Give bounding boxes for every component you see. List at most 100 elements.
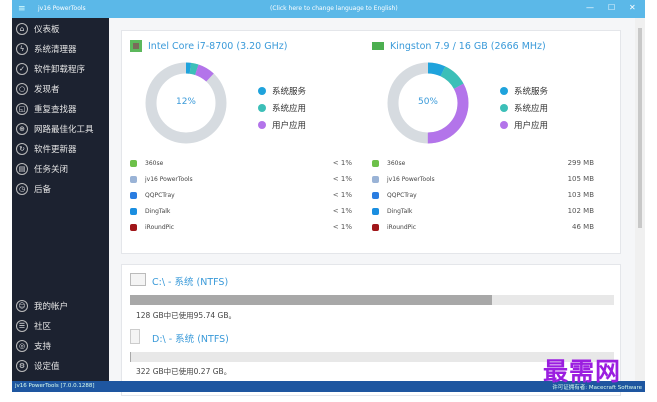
ram-percent: 50%	[417, 97, 438, 107]
support-icon: ◎	[16, 340, 28, 352]
sidebar-item-2[interactable]: ✓ 软件卸载程序	[12, 59, 109, 79]
duplicate-search-icon: ◱	[16, 103, 28, 115]
ram-process-row: DingTalk	[372, 203, 412, 219]
process-value: 102 MB	[567, 207, 594, 215]
ram-process-row: jv16 PowerTools	[372, 171, 435, 187]
hamburger-menu-icon[interactable]: ≡	[18, 4, 26, 14]
app-icon	[130, 207, 137, 215]
process-value: 46 MB	[572, 223, 594, 231]
sidebar-item-label: 设定值	[34, 362, 60, 372]
dashboard: Intel Core i7-8700 (3.20 GHz) 12% 系统服务 系…	[109, 18, 635, 396]
app-name: jv16 PowerTools	[38, 5, 86, 12]
legend-dot-icon	[258, 103, 266, 112]
drive-d-usage-text: 322 GB中已使用0.27 GB。	[136, 367, 232, 376]
legend-user-apps: 用户应用	[272, 120, 307, 131]
process-value: 299 MB	[567, 159, 594, 167]
sidebar-item-1[interactable]: ϟ 系统清理器	[12, 39, 109, 59]
check-circle-icon: ✓	[16, 63, 28, 75]
process-name: jv16 PowerTools	[145, 175, 193, 183]
sidebar-item-7[interactable]: ▤ 任务关闭	[12, 159, 109, 179]
vertical-scrollbar[interactable]	[635, 18, 645, 381]
refresh-icon: ↻	[16, 143, 28, 155]
resources-card: Intel Core i7-8700 (3.20 GHz) 12% 系统服务 系…	[121, 30, 621, 254]
sidebar-item-0[interactable]: ⌂ 仪表板	[12, 19, 109, 39]
process-value: 105 MB	[567, 175, 594, 183]
search-icon: ○	[16, 83, 28, 95]
app-icon	[372, 207, 379, 215]
sidebar-item-label: 任务关闭	[34, 165, 69, 175]
ram-process-row: iRoundPic	[372, 219, 416, 235]
process-value: < 1%	[332, 223, 352, 231]
legend-system-apps: 系统应用	[272, 103, 307, 114]
version-text: jv16 PowerTools [7.0.0.1288]	[15, 383, 95, 389]
close-button[interactable]: ✕	[629, 3, 636, 12]
scrollbar-thumb[interactable]	[638, 28, 642, 228]
sidebar-bottom-item-3[interactable]: ⚙ 设定值	[12, 356, 109, 376]
legend-dot-icon	[258, 86, 266, 95]
process-name: QQPCTray	[387, 191, 417, 199]
drive-icon	[130, 273, 146, 286]
sidebar-item-3[interactable]: ○ 发现者	[12, 79, 109, 99]
app-icon	[372, 159, 379, 167]
sidebar-item-6[interactable]: ↻ 软件更新器	[12, 139, 109, 159]
process-name: DingTalk	[145, 207, 171, 215]
settings-icon: ⚙	[16, 360, 28, 372]
sidebar-item-5[interactable]: ⊕ 网路最佳化工具	[12, 119, 109, 139]
drive-c-usage-text: 128 GB中已使用95.74 GB。	[136, 311, 236, 320]
process-name: 360se	[145, 159, 164, 167]
legend-dot-icon	[500, 86, 508, 95]
cpu-title: Intel Core i7-8700 (3.20 GHz)	[148, 41, 288, 52]
process-name: iRoundPic	[145, 223, 175, 231]
sidebar-item-label: 网路最佳化工具	[34, 125, 94, 135]
sidebar-bottom-item-2[interactable]: ◎ 支持	[12, 336, 109, 356]
home-icon: ⌂	[16, 23, 28, 35]
process-value: 103 MB	[567, 191, 594, 199]
sidebar-item-label: 社区	[34, 322, 52, 332]
sidebar-bottom-item-0[interactable]: ☺ 我的帐户	[12, 296, 109, 316]
legend-dot-icon	[500, 103, 508, 112]
sidebar-item-label: 发现者	[34, 85, 60, 95]
app-icon	[372, 223, 379, 231]
drive-icon	[130, 329, 140, 344]
legend-user-apps: 用户应用	[514, 120, 549, 131]
sidebar-item-label: 软件更新器	[34, 145, 77, 155]
ram-title: Kingston 7.9 / 16 GB (2666 MHz)	[390, 41, 546, 52]
sidebar-bottom-item-1[interactable]: ☰ 社区	[12, 316, 109, 336]
title-bar: ≡ jv16 PowerTools (Click here to change …	[12, 0, 645, 18]
legend-system-apps: 系统应用	[514, 103, 549, 114]
sidebar-item-label: 系统清理器	[34, 45, 77, 55]
sidebar-item-label: 仪表板	[34, 25, 60, 35]
process-name: jv16 PowerTools	[387, 175, 435, 183]
legend-dot-icon	[500, 120, 508, 129]
sidebar-item-4[interactable]: ◱ 重复查找器	[12, 99, 109, 119]
app-icon	[130, 223, 137, 231]
app-window: ≡ jv16 PowerTools (Click here to change …	[12, 0, 645, 396]
cpu-legend: 系统服务 系统应用 用户应用	[258, 82, 306, 133]
community-icon: ☰	[16, 320, 28, 332]
drive-d-usage-bar	[130, 352, 614, 362]
ram-process-row: 360se	[372, 155, 405, 171]
ram-process-row: QQPCTray	[372, 187, 417, 203]
process-value: < 1%	[332, 191, 352, 199]
minimize-button[interactable]: —	[586, 3, 594, 12]
sidebar-item-label: 软件卸载程序	[34, 65, 86, 75]
cpu-process-row: iRoundPic	[130, 219, 174, 235]
process-name: DingTalk	[387, 207, 413, 215]
change-language-link[interactable]: (Click here to change language to Englis…	[270, 5, 398, 12]
watermark-logo: 最需网	[543, 357, 622, 386]
drive-c-usage-bar	[130, 295, 614, 305]
app-icon	[130, 175, 137, 183]
cpu-chip-icon	[130, 40, 142, 52]
ram-legend: 系统服务 系统应用 用户应用	[500, 82, 548, 133]
process-value: < 1%	[332, 159, 352, 167]
ram-module-icon	[372, 42, 384, 50]
sidebar-item-8[interactable]: ◷ 后备	[12, 179, 109, 199]
legend-system-services: 系统服务	[272, 86, 307, 97]
cpu-percent: 12%	[175, 97, 196, 107]
cpu-process-row: jv16 PowerTools	[130, 171, 193, 187]
maximize-button[interactable]: ☐	[608, 3, 615, 12]
process-name: iRoundPic	[387, 223, 417, 231]
app-icon	[372, 191, 379, 199]
globe-icon: ⊕	[16, 123, 28, 135]
drive-d-title: D:\ - 系统 (NTFS)	[152, 334, 229, 345]
